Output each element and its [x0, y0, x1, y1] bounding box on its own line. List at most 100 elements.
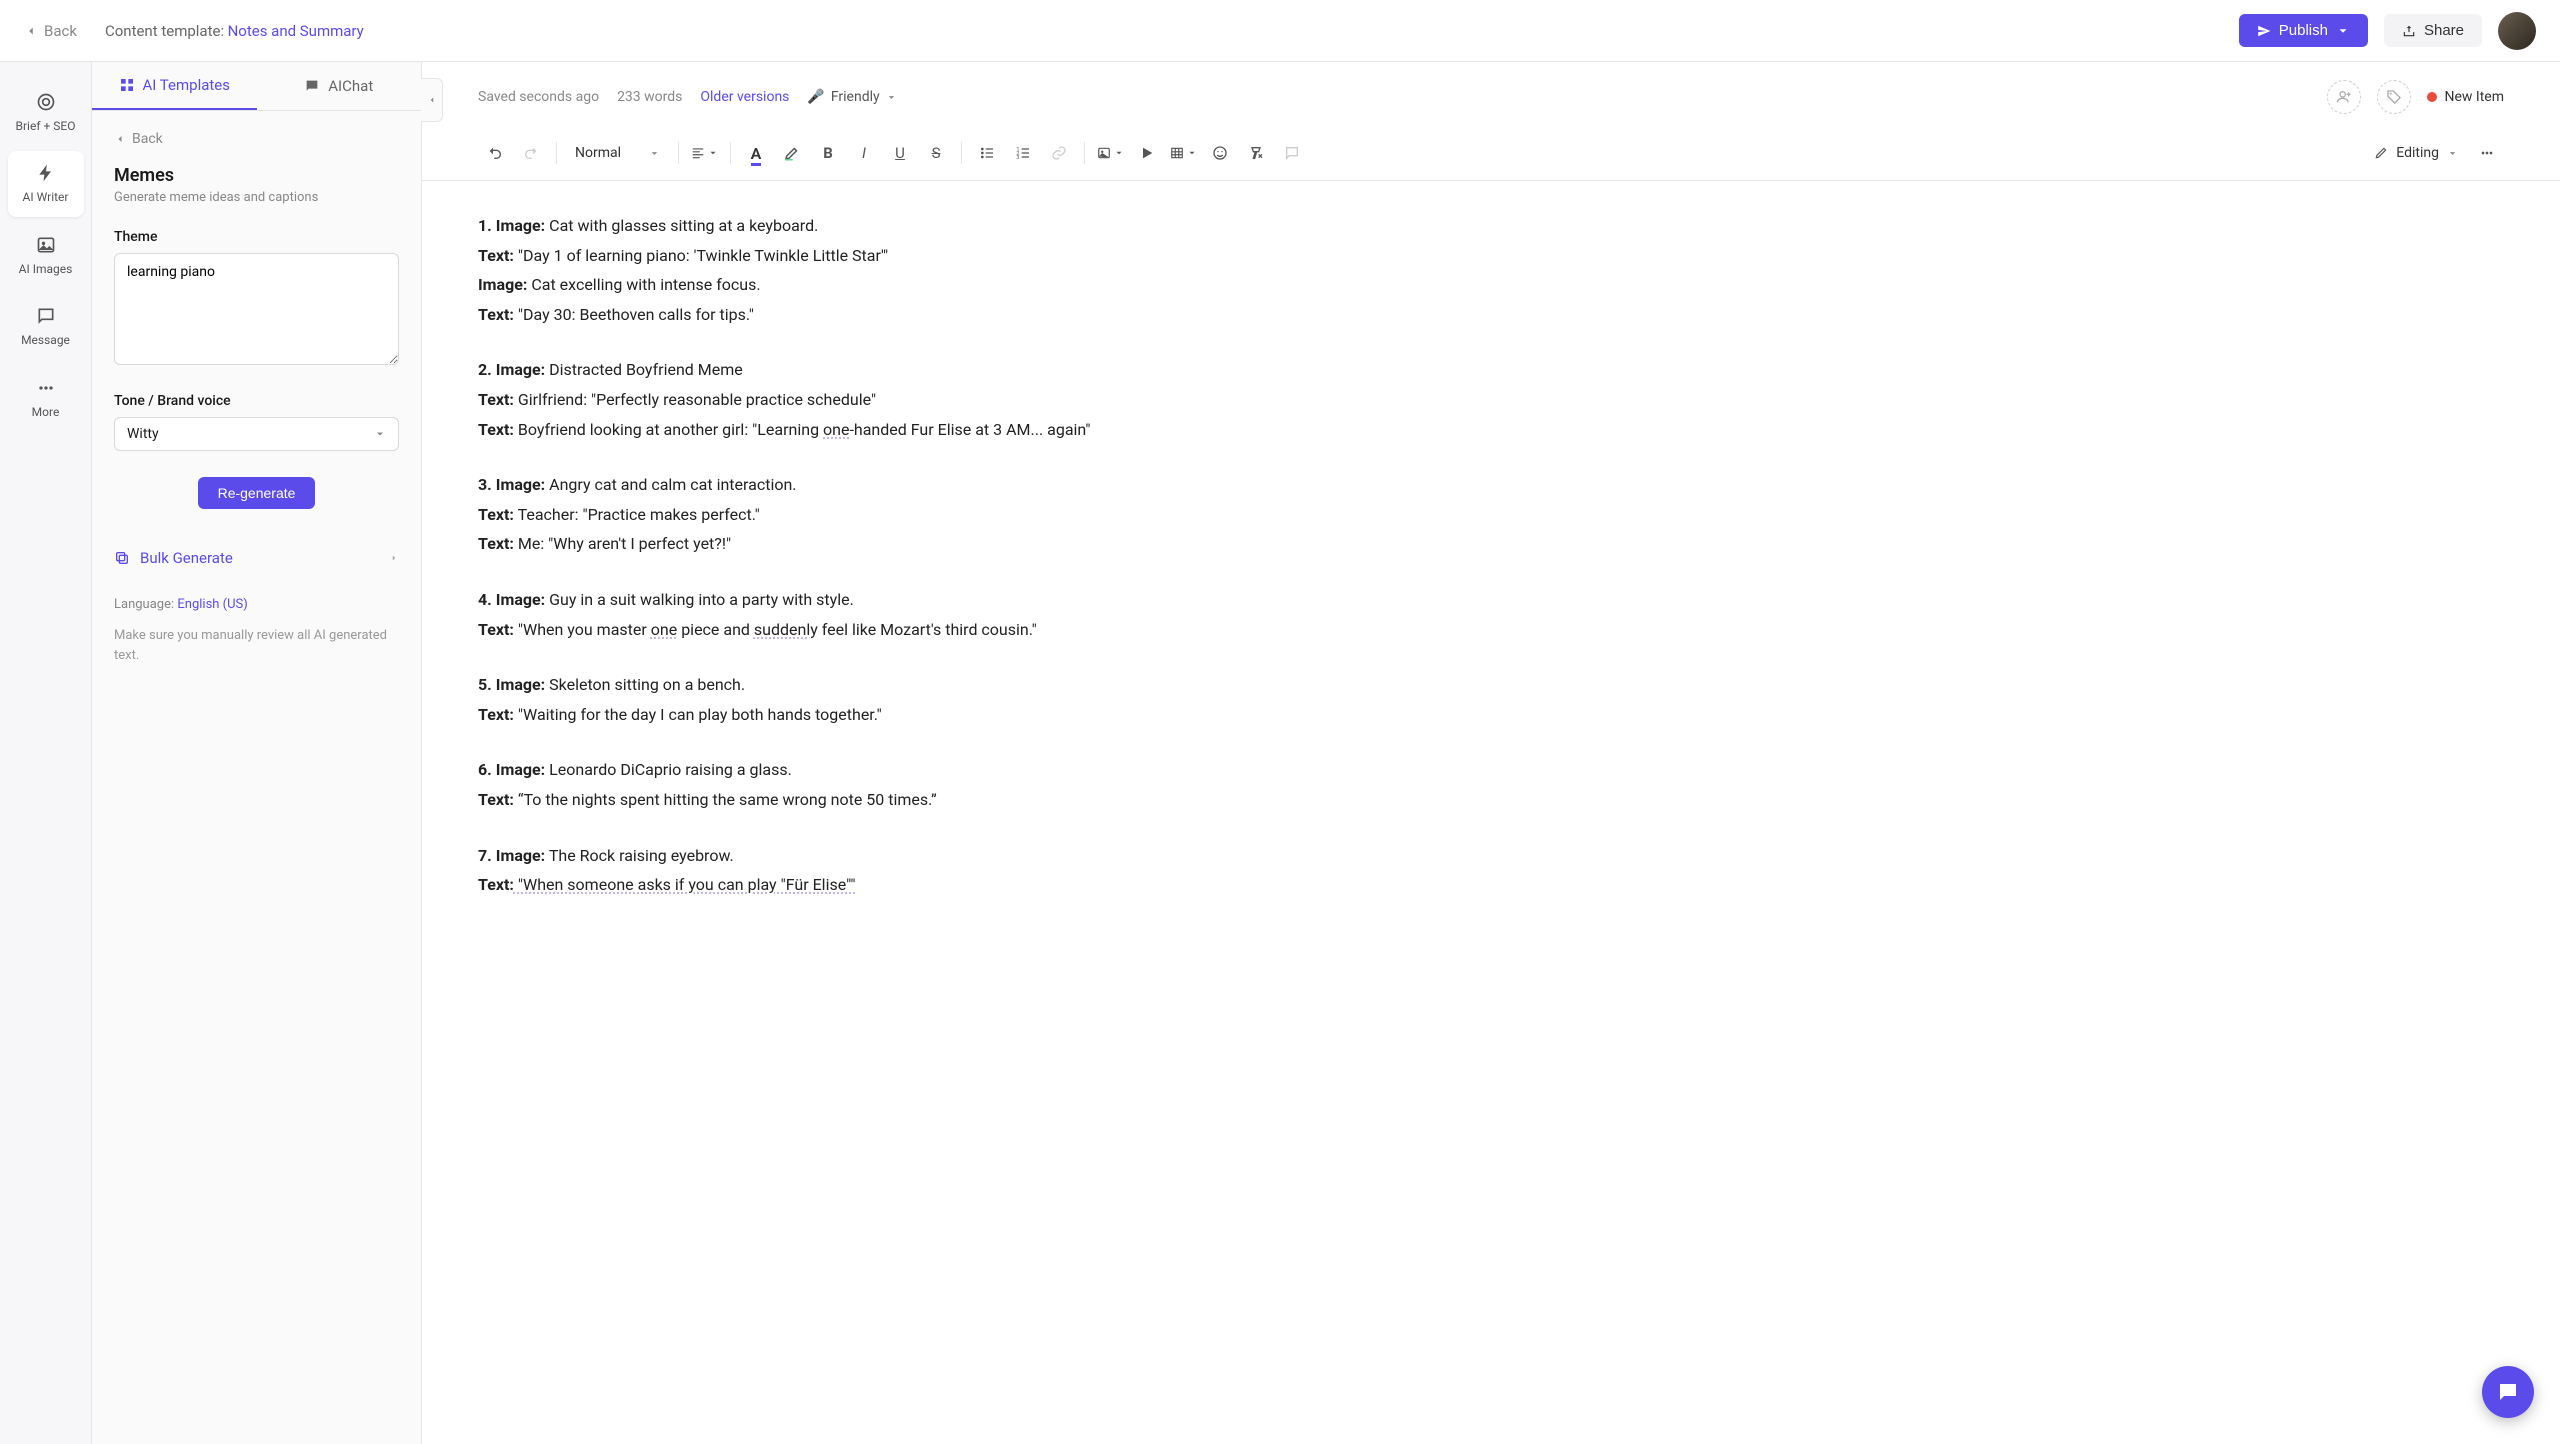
text: “To the nights spent hitting the same wr… — [514, 790, 937, 809]
older-versions-link[interactable]: Older versions — [700, 89, 789, 105]
text-color-button[interactable]: A — [739, 136, 773, 170]
block-style-select[interactable]: Normal — [565, 136, 670, 170]
rail-message[interactable]: Message — [8, 294, 84, 359]
flagged-text: "When someone asks if you can play "Für … — [514, 875, 856, 894]
flagged-word: one — [823, 420, 849, 439]
numbered-list-button[interactable]: 123 — [1006, 136, 1040, 170]
rail-more[interactable]: More — [8, 366, 84, 431]
regenerate-button[interactable]: Re-generate — [198, 477, 316, 509]
document-scroll[interactable]: 1. Image: Cat with glasses sitting at a … — [422, 181, 2560, 1444]
label: Text: — [478, 790, 514, 809]
bulk-left: Bulk Generate — [114, 549, 233, 567]
tone-chip-label: Friendly — [831, 89, 880, 105]
add-tag-button[interactable] — [2377, 80, 2411, 114]
insert-image-button[interactable] — [1093, 146, 1128, 160]
undo-button[interactable] — [478, 136, 512, 170]
paper-plane-icon — [2257, 24, 2271, 38]
emoji-button[interactable] — [1203, 136, 1237, 170]
rail-ai-images[interactable]: AI Images — [8, 223, 84, 288]
share-label: Share — [2424, 22, 2464, 39]
avatar[interactable] — [2498, 12, 2536, 50]
label: Text: — [478, 705, 514, 724]
strikethrough-button[interactable]: S — [919, 136, 953, 170]
saved-status: Saved seconds ago — [478, 89, 599, 105]
italic-button[interactable]: I — [847, 136, 881, 170]
align-select[interactable] — [687, 146, 722, 160]
bold-button[interactable]: B — [811, 136, 845, 170]
tab-ai-templates[interactable]: AI Templates — [92, 62, 257, 110]
more-icon — [36, 378, 56, 398]
back-button[interactable]: Back — [24, 22, 77, 40]
bullet-list-button[interactable] — [970, 136, 1004, 170]
clear-format-button[interactable] — [1239, 136, 1273, 170]
insert-video-button[interactable] — [1130, 136, 1164, 170]
label: Text: — [478, 390, 514, 409]
undo-icon — [487, 145, 503, 161]
add-collaborator-button[interactable] — [2327, 80, 2361, 114]
meme-block-1: 1. Image: Cat with glasses sitting at a … — [478, 211, 1378, 329]
text: Guy in a suit walking into a party with … — [545, 590, 854, 609]
separator — [730, 142, 731, 164]
mic-icon: 🎤 — [807, 89, 824, 105]
theme-label: Theme — [114, 229, 399, 245]
text: The Rock raising eyebrow. — [545, 846, 734, 865]
chevron-down-icon — [1114, 148, 1124, 158]
tone-label: Tone / Brand voice — [114, 393, 399, 409]
status-chip[interactable]: New Item — [2427, 89, 2505, 105]
label: 4. Image: — [478, 590, 545, 609]
separator — [678, 142, 679, 164]
chat-bubble-icon — [2496, 1380, 2520, 1404]
chat-fab[interactable] — [2482, 1366, 2534, 1418]
bulk-generate-row[interactable]: Bulk Generate — [114, 539, 399, 577]
comment-button[interactable] — [1275, 136, 1309, 170]
header-right: Publish Share — [2239, 12, 2536, 50]
message-icon — [36, 306, 56, 326]
text: Cat excelling with intense focus. — [527, 275, 760, 294]
disclaimer-text: Make sure you manually review all AI gen… — [114, 626, 399, 665]
theme-input[interactable] — [114, 253, 399, 365]
panel-back-label: Back — [132, 131, 163, 147]
editor-area: Saved seconds ago 233 words Older versio… — [422, 62, 2560, 1444]
text: Angry cat and calm cat interaction. — [545, 475, 796, 494]
highlight-button[interactable] — [775, 136, 809, 170]
text: Cat with glasses sitting at a keyboard. — [545, 216, 818, 235]
panel-back-button[interactable]: Back — [114, 131, 399, 147]
rail-brief-seo[interactable]: Brief + SEO — [8, 80, 84, 145]
separator — [556, 142, 557, 164]
label: Text: — [478, 620, 514, 639]
tab-aichat[interactable]: AIChat — [257, 62, 422, 110]
redo-button[interactable] — [514, 136, 548, 170]
tone-chip[interactable]: 🎤 Friendly — [807, 89, 896, 105]
text: "Waiting for the day I can play both han… — [514, 705, 882, 724]
document-content[interactable]: 1. Image: Cat with glasses sitting at a … — [478, 211, 1378, 900]
chevron-down-icon — [2336, 24, 2350, 38]
insert-table-button[interactable] — [1166, 146, 1201, 160]
label: Text: — [478, 875, 514, 894]
rail-ai-writer[interactable]: AI Writer — [8, 151, 84, 216]
meme-block-3: 3. Image: Angry cat and calm cat interac… — [478, 470, 1378, 559]
chevron-down-icon — [374, 428, 386, 440]
language-prefix: Language: — [114, 597, 174, 612]
label: Text: — [478, 246, 514, 265]
template-name-link[interactable]: Notes and Summary — [228, 22, 364, 40]
share-button[interactable]: Share — [2384, 14, 2482, 47]
panel-body: Back Memes Generate meme ideas and capti… — [92, 111, 421, 1444]
italic-icon: I — [862, 144, 866, 162]
mode-select[interactable]: Editing — [2364, 136, 2468, 170]
highlighter-icon — [783, 144, 801, 162]
svg-text:3: 3 — [1016, 155, 1019, 161]
bullet-list-icon — [979, 145, 995, 161]
text: "Day 1 of learning piano: 'Twinkle Twink… — [514, 246, 888, 265]
more-tools-button[interactable] — [2470, 136, 2504, 170]
label: Text: — [478, 505, 514, 524]
label: 3. Image: — [478, 475, 545, 494]
collapse-panel-button[interactable] — [421, 78, 443, 122]
text: -handed Fur Elise at 3 AM... again" — [849, 420, 1090, 439]
underline-button[interactable]: U — [883, 136, 917, 170]
link-button[interactable] — [1042, 136, 1076, 170]
tone-select[interactable]: Witty — [114, 417, 399, 451]
language-link[interactable]: English (US) — [177, 597, 247, 612]
publish-button[interactable]: Publish — [2239, 14, 2368, 47]
emoji-icon — [1212, 145, 1228, 161]
meme-block-4: 4. Image: Guy in a suit walking into a p… — [478, 585, 1378, 644]
